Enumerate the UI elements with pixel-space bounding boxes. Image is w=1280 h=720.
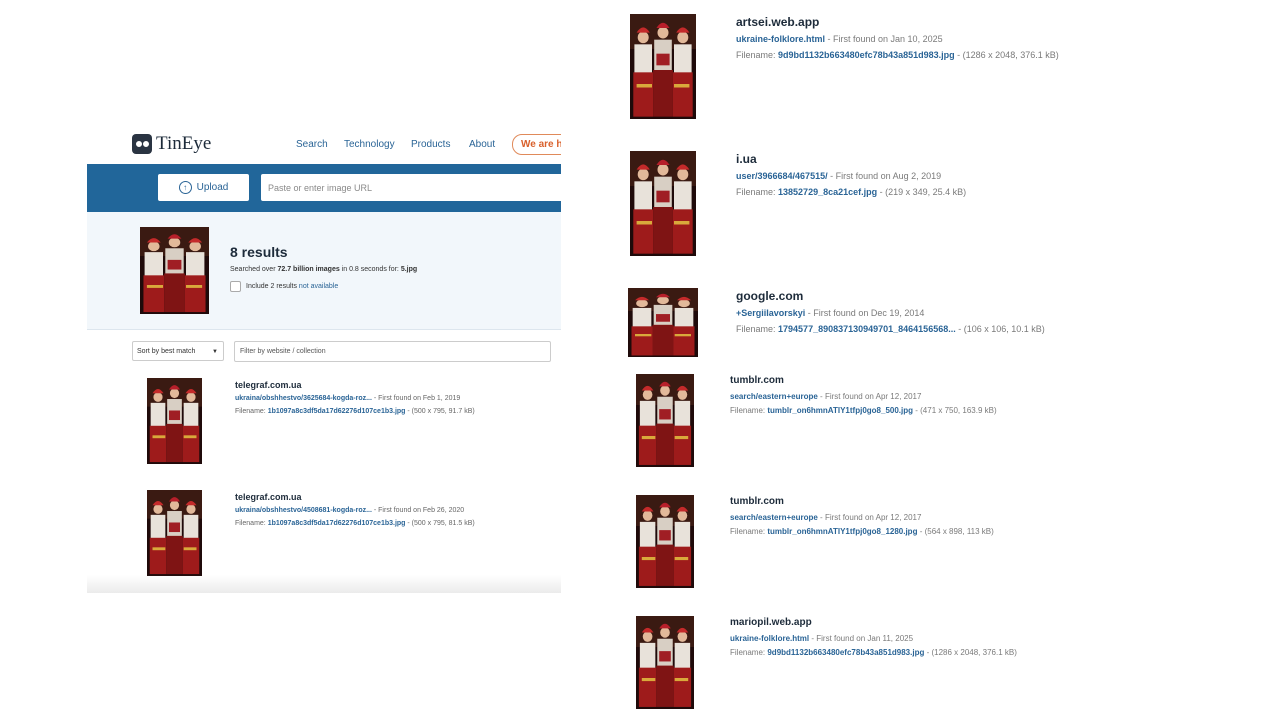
result-filename-link[interactable]: 1b1097a8c3df5da17d62276d107ce1b3.jpg	[268, 408, 406, 415]
nav-about[interactable]: About	[469, 139, 495, 150]
nav-search[interactable]: Search	[296, 139, 328, 150]
result-filename-link[interactable]: tumblr_on6hmnATIY1tfpj0go8_500.jpg	[767, 406, 913, 415]
result-page-link[interactable]: search/eastern+europe	[730, 392, 818, 401]
include-unavailable: Include 2 results not available	[230, 281, 338, 292]
result-page-line: ukraina/obshhestvo/4508681-kogda-roz... …	[235, 507, 465, 514]
result-site[interactable]: tumblr.com	[730, 375, 784, 386]
result-site[interactable]: mariopil.web.app	[730, 617, 812, 628]
tineye-logo[interactable]: TinEye	[132, 133, 211, 155]
results-summary: 8 results Searched over 72.7 billion ima…	[87, 212, 561, 330]
result-page-link[interactable]: user/3966684/467515/	[736, 171, 828, 181]
result-page-link[interactable]: ukraina/obshhestvo/4508681-kogda-roz...	[235, 507, 372, 514]
result-filename-link[interactable]: 9d9bd1132b663480efc78b43a851d983.jpg	[778, 50, 955, 60]
result-page-line: +SergiiIavorskyi - First found on Dec 19…	[736, 308, 925, 318]
nav-technology[interactable]: Technology	[344, 139, 395, 150]
result-filename-link[interactable]: 1b1097a8c3df5da17d62276d107ce1b3.jpg	[268, 520, 406, 527]
searched-file: 5.jpg	[400, 266, 418, 273]
logo-text: TinEye	[156, 133, 212, 154]
result-thumbnail[interactable]	[628, 288, 698, 357]
searched-count: 72.7 billion images	[277, 266, 340, 273]
result-site[interactable]: tumblr.com	[730, 496, 784, 507]
include-label: Include 2 results	[246, 283, 299, 290]
upload-label: Upload	[196, 182, 229, 193]
result-thumbnail[interactable]	[147, 378, 202, 464]
result-item: tumblr.com search/eastern+europe - First…	[636, 495, 1276, 589]
result-filename-link[interactable]: 9d9bd1132b663480efc78b43a851d983.jpg	[767, 648, 924, 657]
sort-label: Sort by best match	[137, 348, 196, 355]
filter-input[interactable]: Filter by website / collection	[234, 341, 551, 362]
we-are-hiring-button[interactable]: We are hi	[512, 134, 561, 155]
result-thumbnail[interactable]	[147, 490, 202, 576]
result-thumbnail[interactable]	[630, 14, 696, 119]
result-filename-link[interactable]: 1794577_890837130949701_8464156568...	[778, 324, 956, 334]
result-filename-line: Filename: 9d9bd1132b663480efc78b43a851d9…	[730, 648, 1017, 657]
result-page-line: search/eastern+europe - First found on A…	[730, 392, 922, 401]
result-filename-line: Filename: 1b1097a8c3df5da17d62276d107ce1…	[235, 520, 475, 527]
result-site[interactable]: i.ua	[736, 152, 757, 166]
result-filename-line: Filename: 9d9bd1132b663480efc78b43a851d9…	[736, 50, 1059, 60]
result-filename-link[interactable]: tumblr_on6hmnATIY1tfpj0go8_1280.jpg	[767, 527, 917, 536]
search-bar: ↑ Upload	[87, 164, 561, 212]
not-available-link[interactable]: not available	[299, 283, 338, 290]
results-count: 8 results	[230, 244, 288, 260]
query-image	[140, 227, 209, 314]
nav-products[interactable]: Products	[411, 139, 450, 150]
result-filename-line: Filename: 1794577_890837130949701_846415…	[736, 324, 1045, 334]
result-item: mariopil.web.app ukraine-folklore.html -…	[636, 616, 1276, 710]
result-item: google.com +SergiiIavorskyi - First foun…	[628, 288, 1268, 358]
result-page-line: ukraina/obshhestvo/3625684-kogda-roz... …	[235, 395, 461, 402]
upload-button[interactable]: ↑ Upload	[158, 174, 249, 201]
include-checkbox[interactable]	[230, 281, 241, 292]
result-page-line: ukraine-folklore.html - First found on J…	[736, 34, 943, 44]
result-filename-line: Filename: tumblr_on6hmnATIY1tfpj0go8_500…	[730, 406, 997, 415]
result-page-line: search/eastern+europe - First found on A…	[730, 513, 922, 522]
result-item: telegraf.com.ua ukraina/obshhestvo/36256…	[147, 378, 547, 466]
result-page-link[interactable]: ukraine-folklore.html	[730, 634, 809, 643]
result-page-line: ukraine-folklore.html - First found on J…	[730, 634, 914, 643]
result-filename-link[interactable]: 13852729_8ca21cef.jpg	[778, 187, 877, 197]
result-thumbnail[interactable]	[636, 616, 694, 709]
bottom-fade	[87, 575, 561, 593]
result-page-link[interactable]: +SergiiIavorskyi	[736, 308, 805, 318]
result-item: artsei.web.app ukraine-folklore.html - F…	[630, 14, 1270, 120]
url-input[interactable]	[266, 174, 560, 201]
result-site[interactable]: telegraf.com.ua	[235, 380, 302, 390]
result-filename-line: Filename: 13852729_8ca21cef.jpg - (219 x…	[736, 187, 967, 197]
result-page-link[interactable]: ukraina/obshhestvo/3625684-kogda-roz...	[235, 395, 372, 402]
search-stats: Searched over 72.7 billion images in 0.8…	[230, 266, 418, 273]
result-site[interactable]: telegraf.com.ua	[235, 492, 302, 502]
upload-arrow-icon: ↑	[178, 181, 192, 194]
result-site[interactable]: google.com	[736, 289, 803, 303]
chevron-down-icon: ▼	[212, 349, 218, 355]
sort-select[interactable]: Sort by best match ▼	[132, 341, 224, 361]
result-page-link[interactable]: ukraine-folklore.html	[736, 34, 825, 44]
result-page-link[interactable]: search/eastern+europe	[730, 513, 818, 522]
tineye-logo-icon	[132, 134, 152, 154]
result-item: i.ua user/3966684/467515/ - First found …	[630, 151, 1270, 257]
result-filename-line: Filename: 1b1097a8c3df5da17d62276d107ce1…	[235, 408, 475, 415]
result-site[interactable]: artsei.web.app	[736, 15, 819, 29]
url-field[interactable]	[261, 174, 561, 201]
result-item: tumblr.com search/eastern+europe - First…	[636, 374, 1276, 468]
result-filename-line: Filename: tumblr_on6hmnATIY1tfpj0go8_128…	[730, 527, 994, 536]
result-page-line: user/3966684/467515/ - First found on Au…	[736, 171, 942, 181]
result-thumbnail[interactable]	[636, 495, 694, 588]
tineye-panel: TinEye Search Technology Products About …	[87, 125, 561, 593]
result-item: telegraf.com.ua ukraina/obshhestvo/45086…	[147, 490, 547, 578]
result-thumbnail[interactable]	[630, 151, 696, 256]
result-thumbnail[interactable]	[636, 374, 694, 467]
